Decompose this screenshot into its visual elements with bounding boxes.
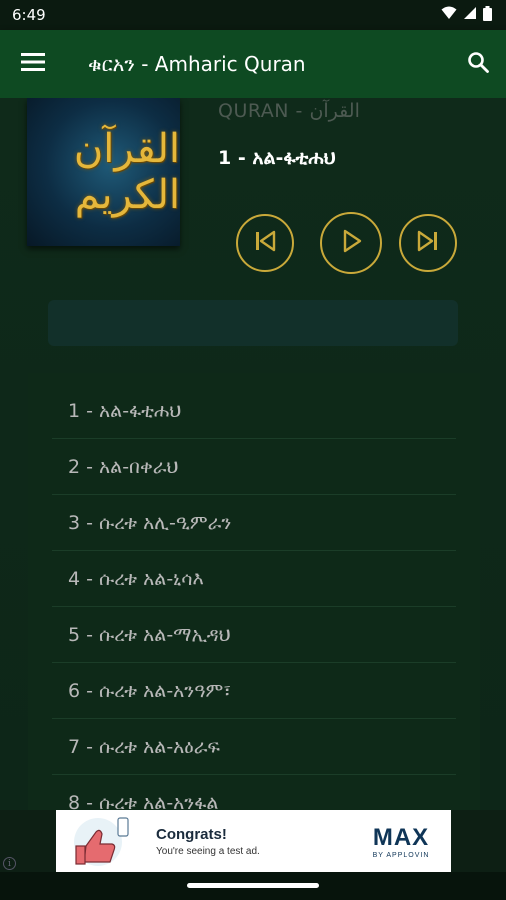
status-time: 6:49	[12, 6, 46, 24]
ad-title: Congrats!	[156, 825, 227, 843]
surah-list-item[interactable]: 3 - ሱረቱ አሊ-ዒምራን	[52, 495, 456, 551]
cover-art-calligraphy: القرآن الكريم	[73, 126, 180, 218]
surah-list-item[interactable]: 8 - ሱረቱ አል-አንፋል	[52, 775, 456, 811]
ad-logo-max: MAX	[372, 823, 430, 851]
ad-text: Congrats! You're seeing a test ad.	[146, 826, 351, 857]
search-icon	[467, 51, 489, 77]
status-bar: 6:49	[0, 0, 506, 30]
quran-label: QURAN - القرآن	[218, 100, 360, 122]
menu-icon	[21, 53, 45, 75]
search-button[interactable]	[450, 30, 506, 98]
ad-strip: Congrats! You're seeing a test ad. MAX B…	[0, 810, 506, 872]
ad-subtitle: You're seeing a test ad.	[156, 845, 260, 857]
seek-bar[interactable]	[48, 300, 458, 346]
app-title: ቁርአን - Amharic Quran	[88, 52, 306, 76]
cell-signal-icon	[463, 6, 477, 24]
album-cover: القرآن الكريم	[27, 98, 180, 246]
skip-next-icon	[415, 228, 441, 258]
status-icons	[441, 5, 492, 25]
surah-list-item[interactable]: 2 - አል-በቀራህ	[52, 439, 456, 495]
ad-info-icon[interactable]: i	[3, 857, 16, 870]
play-button[interactable]	[320, 212, 382, 274]
surah-list-item[interactable]: 7 - ሱረቱ አል-አዕራፍ	[52, 719, 456, 775]
surah-list-item[interactable]: 4 - ሱረቱ አል-ኒሳእ	[52, 551, 456, 607]
surah-list: 1 - አል-ፋቲሐህ 2 - አል-በቀራህ 3 - ሱረቱ አሊ-ዒምራን …	[28, 373, 480, 810]
play-icon	[337, 227, 365, 259]
main-content: القرآن الكريم QURAN - القرآن 1 - አል-ፋቲሐህ…	[0, 98, 506, 810]
ad-logo: MAX BY APPLOVIN	[351, 824, 451, 859]
wifi-icon	[441, 6, 457, 24]
navigation-bar	[0, 872, 506, 900]
previous-button[interactable]	[236, 214, 294, 272]
ad-banner[interactable]: Congrats! You're seeing a test ad. MAX B…	[56, 810, 451, 872]
surah-list-item[interactable]: 6 - ሱረቱ አል-አንዓም፣	[52, 663, 456, 719]
app-bar: ቁርአን - Amharic Quran	[0, 30, 506, 98]
surah-list-item[interactable]: 5 - ሱረቱ አል-ማኢዳህ	[52, 607, 456, 663]
menu-button[interactable]	[0, 30, 66, 98]
thumbs-up-icon	[56, 810, 146, 872]
skip-previous-icon	[252, 228, 278, 258]
battery-icon	[483, 5, 492, 25]
ad-logo-sub: BY APPLOVIN	[372, 851, 430, 859]
current-surah-title: 1 - አል-ፋቲሐህ	[218, 147, 336, 169]
surah-list-item[interactable]: 1 - አል-ፋቲሐህ	[52, 383, 456, 439]
home-gesture-handle[interactable]	[187, 883, 319, 888]
next-button[interactable]	[399, 214, 457, 272]
